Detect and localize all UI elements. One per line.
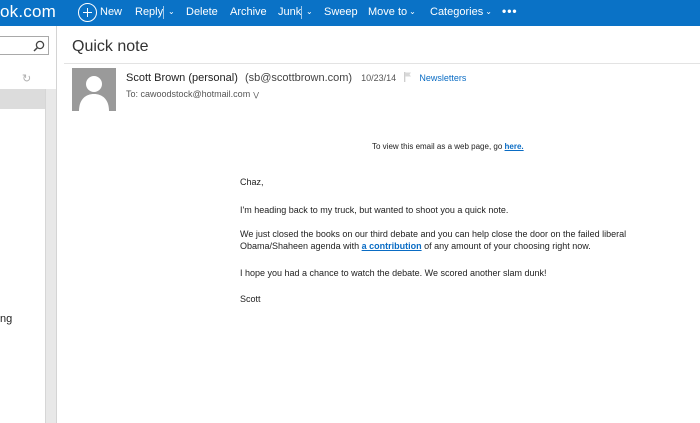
- sender-line: Scott Brown (personal) (sb@scottbrown.co…: [126, 72, 466, 84]
- archive-button[interactable]: Archive: [230, 6, 267, 18]
- new-button[interactable]: New: [100, 6, 122, 18]
- flag-icon[interactable]: [404, 72, 412, 82]
- para2-text-after: of any amount of your choosing right now…: [424, 241, 591, 251]
- categories-label: Categories: [430, 6, 484, 18]
- search-icon[interactable]: [33, 40, 45, 52]
- view-web-text: To view this email as a web page, go: [372, 142, 503, 151]
- reply-button[interactable]: Reply: [135, 6, 163, 18]
- email-signoff: Scott: [240, 294, 261, 304]
- move-to-button[interactable]: Move to ⌄: [368, 6, 416, 18]
- message-subject: Quick note: [72, 38, 149, 55]
- refresh-icon[interactable]: ↻: [22, 72, 31, 85]
- categories-button[interactable]: Categories ⌄: [430, 6, 492, 18]
- category-badge[interactable]: Newsletters: [419, 73, 466, 83]
- junk-button[interactable]: Junk: [278, 6, 301, 18]
- sweep-button[interactable]: Sweep: [324, 6, 358, 18]
- email-paragraph-2: We just closed the books on our third de…: [240, 228, 660, 252]
- more-actions-button[interactable]: •••: [502, 4, 518, 18]
- folder-item-partial[interactable]: ng: [0, 313, 12, 325]
- delete-button[interactable]: Delete: [186, 6, 218, 18]
- junk-dropdown-chevron-icon[interactable]: ⌄: [304, 6, 313, 18]
- sender-avatar[interactable]: [72, 68, 116, 111]
- email-paragraph-1: I'm heading back to my truck, but wanted…: [240, 205, 509, 215]
- junk-split-divider: [301, 6, 302, 19]
- email-paragraph-3: I hope you had a chance to watch the deb…: [240, 268, 547, 278]
- brand-logo[interactable]: ok.com: [0, 2, 56, 22]
- sender-name[interactable]: Scott Brown (personal): [126, 72, 238, 84]
- chevron-down-icon: ⌄: [409, 7, 416, 16]
- recipient-address: To: cawoodstock@hotmail.com: [126, 89, 251, 99]
- contribution-link[interactable]: a contribution: [362, 241, 422, 251]
- recipient-line: To: cawoodstock@hotmail.com ⋁: [126, 89, 259, 99]
- move-to-label: Move to: [368, 6, 408, 18]
- message-date: 10/23/14: [361, 73, 397, 83]
- view-as-webpage-line: To view this email as a web page, go her…: [372, 142, 524, 151]
- email-greeting: Chaz,: [240, 177, 264, 187]
- command-bar: ok.com New Reply ⌄ Delete Archive Junk ⌄…: [0, 0, 700, 26]
- search-input[interactable]: [0, 36, 49, 55]
- pane-divider: [56, 26, 57, 423]
- folder-pane: ↻ ng: [0, 26, 56, 423]
- reply-dropdown-chevron-icon[interactable]: ⌄: [166, 6, 175, 18]
- chevron-down-icon: ⌄: [485, 7, 492, 16]
- folder-scrollbar[interactable]: [45, 89, 56, 423]
- reply-split-divider: [163, 6, 164, 19]
- sender-email: (sb@scottbrown.com): [244, 72, 353, 84]
- selected-folder-item[interactable]: [0, 89, 45, 109]
- expand-recipients-icon[interactable]: ⋁: [253, 92, 259, 99]
- person-icon: [72, 68, 116, 111]
- view-web-link[interactable]: here.: [505, 142, 524, 151]
- new-plus-icon[interactable]: [78, 3, 97, 22]
- subject-divider: [64, 63, 700, 64]
